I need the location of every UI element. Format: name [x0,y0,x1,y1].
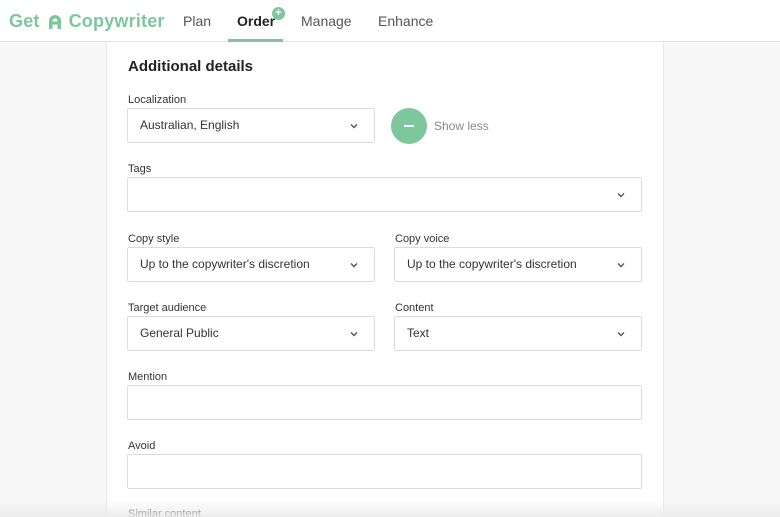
avoid-input[interactable] [127,454,642,489]
chevron-down-icon [617,263,625,268]
localization-value: Australian, English [140,118,240,132]
copy-voice-value: Up to the copywriter's discretion [407,257,577,271]
localization-label: Localization [128,94,187,106]
brand-name-part2: Copywriter [68,10,165,31]
chevron-down-icon [350,263,358,268]
copy-voice-label: Copy voice [395,233,450,245]
chevron-down-icon [350,332,358,337]
show-less-button[interactable] [391,108,427,144]
target-audience-label: Target audience [128,302,207,314]
top-navbar: Get Copywriter Plan Order + Manage Enhan… [0,0,780,42]
nav-enhance[interactable]: Enhance [378,0,433,42]
content-label: Content [395,302,434,314]
nav-manage[interactable]: Manage [301,0,352,42]
avoid-label: Avoid [128,440,156,452]
chevron-down-icon [617,332,625,337]
tags-label: Tags [128,163,152,175]
chevron-down-icon [350,124,358,129]
show-less-label[interactable]: Show less [434,119,489,133]
brand-logo[interactable]: Get Copywriter [9,9,165,33]
target-audience-select[interactable]: General Public [127,316,375,351]
target-audience-value: General Public [140,326,219,340]
mention-input[interactable] [127,385,642,420]
copy-style-value: Up to the copywriter's discretion [140,257,310,271]
copy-style-select[interactable]: Up to the copywriter's discretion [127,247,375,282]
similar-content-label: Similar content [128,508,201,517]
minus-icon [404,125,414,127]
localization-select[interactable]: Australian, English [127,108,375,143]
order-plus-badge: + [272,7,285,20]
chevron-down-icon [617,193,625,198]
mention-label: Mention [128,371,168,383]
section-title: Additional details [128,58,254,75]
nav-order[interactable]: Order [237,0,275,42]
brand-name-part1: Get [9,10,40,31]
nav-plan[interactable]: Plan [183,0,211,42]
tags-select[interactable] [127,177,642,212]
content-select[interactable]: Text [394,316,642,351]
copy-style-label: Copy style [128,233,180,245]
logo-icon [48,15,61,29]
copy-voice-select[interactable]: Up to the copywriter's discretion [394,247,642,282]
content-value: Text [407,326,430,340]
